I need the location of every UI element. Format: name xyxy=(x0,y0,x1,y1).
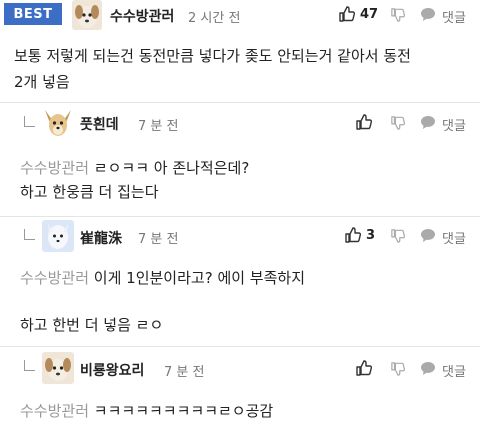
reply-arrow-icon xyxy=(24,229,35,240)
divider xyxy=(0,346,480,347)
comment-bubble-icon[interactable] xyxy=(420,115,436,134)
avatar[interactable] xyxy=(42,220,74,252)
timestamp: 7 분 전 xyxy=(138,119,179,134)
comment-bubble-icon[interactable] xyxy=(420,7,436,26)
comment-text-line: 보통 저렇게 되는건 동전만큼 넣다가 좆도 안되는거 같아서 동전 xyxy=(14,47,411,65)
thumbs-down-icon[interactable] xyxy=(391,228,406,247)
like-count: 47 xyxy=(360,7,379,22)
comment-text-line: 2개 넣음 xyxy=(14,73,70,91)
reply-arrow-icon xyxy=(24,360,35,371)
reply-text: 이게 1인분이라고? 에이 부족하지 xyxy=(93,269,306,287)
nickname[interactable]: 풋흰데 xyxy=(80,114,119,134)
timestamp: 7 분 전 xyxy=(138,232,179,247)
mention[interactable]: 수수방관러 xyxy=(20,269,89,287)
like-count: 3 xyxy=(366,228,376,243)
divider xyxy=(0,216,480,217)
reply-button[interactable]: 댓글 xyxy=(442,228,466,247)
divider xyxy=(0,102,480,103)
best-badge: BEST xyxy=(4,3,62,25)
mention[interactable]: 수수방관러 xyxy=(20,159,89,177)
thumbs-down-icon[interactable] xyxy=(391,361,406,380)
avatar[interactable] xyxy=(72,0,102,30)
thumbs-up-icon[interactable] xyxy=(356,114,373,134)
comment-bubble-icon[interactable] xyxy=(420,228,436,247)
reply-text-line: 수수방관러 ㅋㅋㅋㅋㅋㅋㅋㅋㅋㄹㅇ공감 xyxy=(20,399,273,423)
timestamp: 7 분 전 xyxy=(164,365,205,380)
reply-text-line: 수수방관러 ㄹㅇㅋㅋ 아 존나적은데? xyxy=(20,156,249,180)
reply-text: ㄹㅇㅋㅋ 아 존나적은데? xyxy=(93,159,250,177)
reply-text-line: 하고 한번 더 넣음 ㄹㅇ xyxy=(20,316,164,334)
thumbs-down-icon[interactable] xyxy=(391,115,406,134)
thumbs-up-icon[interactable] xyxy=(339,6,356,26)
reply-text: ㅋㅋㅋㅋㅋㅋㅋㅋㅋㄹㅇ공감 xyxy=(93,402,274,420)
thumbs-up-icon[interactable] xyxy=(356,360,373,380)
thumbs-up-icon[interactable] xyxy=(345,227,362,247)
avatar[interactable] xyxy=(42,107,74,139)
reply-button[interactable]: 댓글 xyxy=(442,7,466,26)
reply-button[interactable]: 댓글 xyxy=(442,115,466,134)
mention[interactable]: 수수방관러 xyxy=(20,402,89,420)
timestamp: 2 시간 전 xyxy=(188,11,241,26)
thumbs-down-icon[interactable] xyxy=(391,7,406,26)
nickname[interactable]: 수수방관러 xyxy=(110,6,174,26)
avatar[interactable] xyxy=(42,352,74,384)
comment-bubble-icon[interactable] xyxy=(420,361,436,380)
reply-button[interactable]: 댓글 xyxy=(442,361,466,380)
nickname[interactable]: 崔龍洙 xyxy=(80,228,122,248)
reply-text-line: 하고 한웅큼 더 집는다 xyxy=(20,183,159,201)
reply-text-line: 수수방관러 이게 1인분이라고? 에이 부족하지 xyxy=(20,266,305,290)
reply-arrow-icon xyxy=(24,116,35,127)
nickname[interactable]: 비룡왕요리 xyxy=(80,360,144,380)
